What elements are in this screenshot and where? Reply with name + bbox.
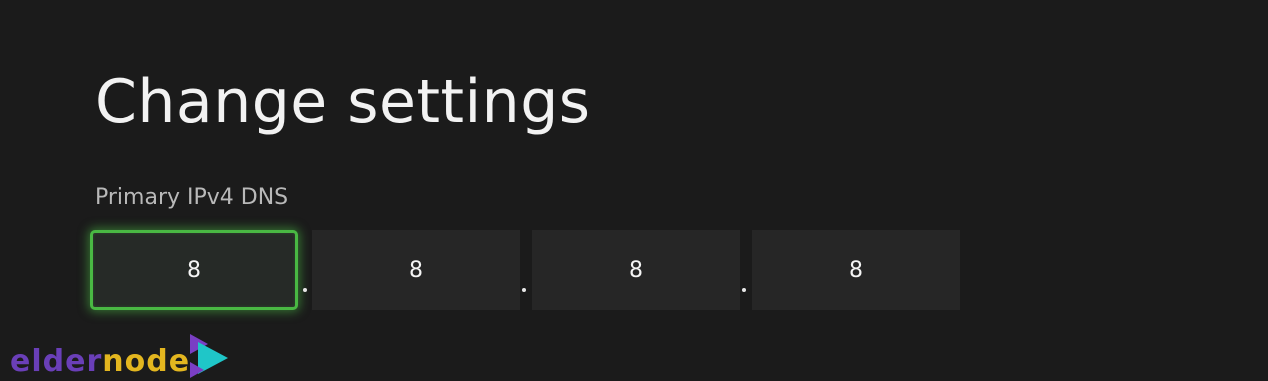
octet-separator-dot: [303, 288, 307, 292]
octet-separator-dot: [742, 288, 746, 292]
octet-1-input[interactable]: 8: [90, 230, 298, 310]
page-title: Change settings: [95, 67, 591, 137]
octet-2-input[interactable]: 8: [312, 230, 520, 310]
octet-separator-dot: [522, 288, 526, 292]
octet-4-input[interactable]: 8: [752, 230, 960, 310]
watermark-text-node: node: [102, 344, 191, 379]
eldernode-watermark-logo: elder node: [10, 332, 230, 380]
play-triangle-icon: [190, 334, 229, 378]
primary-ipv4-dns-label: Primary IPv4 DNS: [95, 185, 289, 210]
watermark-text-elder: elder: [10, 344, 103, 379]
octet-3-input[interactable]: 8: [532, 230, 740, 310]
